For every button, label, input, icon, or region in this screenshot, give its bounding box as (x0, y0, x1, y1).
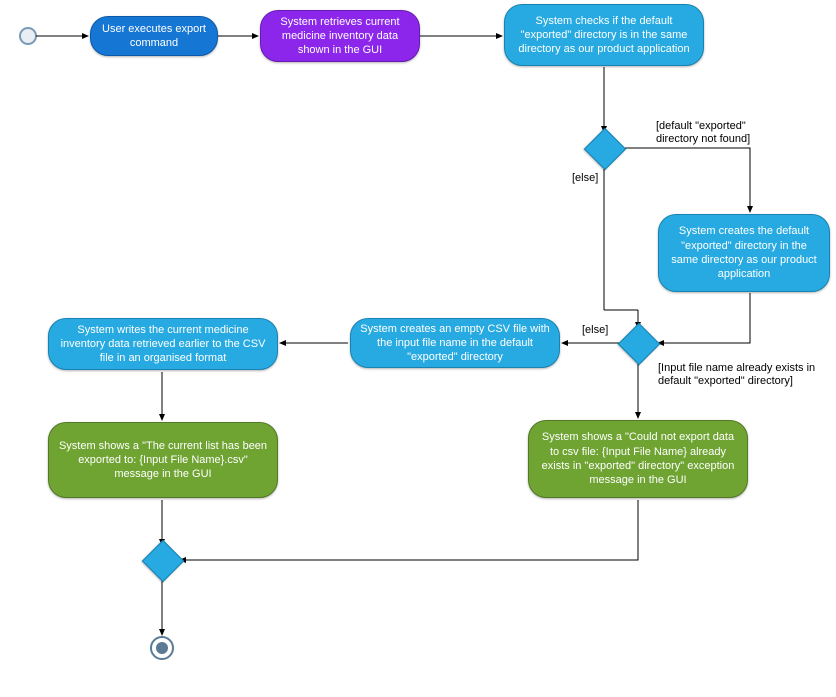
node-write-csv: System writes the current medicine inven… (48, 318, 278, 370)
node-system-retrieves: System retrieves current medicine invent… (260, 10, 420, 62)
node-system-creates-dir: System creates the default "exported" di… (658, 214, 830, 292)
node-user-executes: User executes export command (90, 16, 218, 56)
node-error-msg: System shows a "Could not export data to… (528, 420, 748, 498)
node-create-csv: System creates an empty CSV file with th… (350, 318, 560, 368)
label-else-1: [else] (572, 172, 598, 185)
label-not-found: [default "exported" directory not found] (656, 120, 786, 146)
label-exists: [Input file name already exists in defau… (658, 362, 828, 388)
label-else-2: [else] (582, 324, 608, 337)
node-system-checks: System checks if the default "exported" … (504, 4, 704, 66)
node-success-msg: System shows a "The current list has bee… (48, 422, 278, 498)
